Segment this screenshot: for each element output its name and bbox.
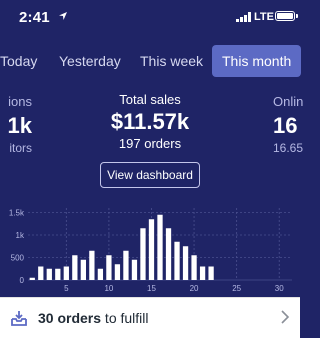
chart-bar — [157, 214, 163, 280]
metric-left-partial[interactable]: ions 1k itors — [0, 94, 32, 155]
chart-bar — [72, 255, 78, 280]
metric-left-value: 1k — [7, 113, 32, 138]
chart-bar — [63, 266, 69, 280]
chart-bar — [46, 268, 52, 280]
chart-bar — [106, 255, 112, 280]
tab-today[interactable]: Today — [0, 45, 37, 77]
y-tick-label: 1.5k — [9, 209, 25, 218]
metric-right-label: Onlin — [273, 94, 304, 109]
tab-this-week[interactable]: This week — [140, 45, 203, 77]
x-tick-label: 5 — [64, 284, 69, 293]
chart-bar — [29, 277, 35, 280]
metric-right-partial[interactable]: Onlin 16 16.65 — [273, 94, 313, 155]
chart-bar — [191, 255, 197, 280]
chart-bar — [89, 250, 95, 280]
x-tick-label: 30 — [275, 284, 284, 293]
x-tick-label: 20 — [190, 284, 199, 293]
chart-bar — [55, 268, 61, 280]
chart-bar — [165, 228, 172, 280]
y-tick-label: 0 — [20, 276, 25, 285]
chart-bar — [114, 264, 121, 280]
y-tick-label: 1k — [16, 231, 25, 240]
tab-yesterday[interactable]: Yesterday — [59, 45, 121, 77]
cellular-signal-icon — [236, 12, 251, 22]
metric-right-sub: 16.65 — [273, 141, 304, 155]
chart-bar — [174, 241, 180, 280]
period-tabs: Today Yesterday This week This month — [0, 45, 302, 79]
chart-bar — [199, 266, 206, 280]
inbox-download-icon — [11, 311, 27, 326]
total-orders-count: 197 orders — [118, 136, 182, 151]
chart-bar — [123, 250, 129, 280]
sales-bar-chart: 1.5k 1k 500 0 5 10 15 20 25 30 — [9, 208, 292, 293]
metric-left-sub: itors — [9, 141, 32, 155]
metric-left-label: ions — [8, 94, 32, 109]
total-sales-label: Total sales — [119, 92, 181, 107]
orders-to-fulfill-text: 30 orders to fulfill — [38, 310, 149, 326]
orders-to-fulfill-rest: to fulfill — [101, 310, 149, 326]
orders-to-fulfill-banner[interactable]: 30 orders to fulfill — [0, 297, 300, 338]
x-tick-label: 10 — [104, 284, 113, 293]
chart-bar — [208, 266, 214, 280]
chart-bar — [148, 219, 155, 280]
chevron-right-icon — [281, 310, 290, 324]
chart-bar — [38, 266, 44, 280]
total-sales-value: $11.57k — [110, 109, 190, 134]
y-tick-label: 500 — [11, 254, 25, 263]
orders-count-bold: 30 orders — [38, 310, 102, 326]
network-label: LTE — [254, 11, 274, 23]
chart-bar — [182, 246, 189, 280]
status-bar: 2:41 LTE — [0, 0, 300, 36]
x-tick-label: 15 — [147, 284, 156, 293]
chart-bar — [140, 228, 146, 280]
location-arrow-icon — [59, 12, 67, 20]
tab-this-month[interactable]: This month — [212, 45, 302, 77]
metric-total-sales[interactable]: Total sales $11.57k 197 orders — [80, 92, 220, 151]
chart-bar — [97, 268, 104, 280]
view-dashboard-button[interactable]: View dashboard — [100, 162, 200, 188]
metric-right-value: 16 — [273, 113, 298, 138]
chart-bar — [80, 259, 86, 280]
chart-bar — [131, 259, 138, 280]
status-time: 2:41 — [19, 9, 50, 26]
battery-icon — [275, 11, 298, 21]
x-tick-label: 25 — [232, 284, 241, 293]
